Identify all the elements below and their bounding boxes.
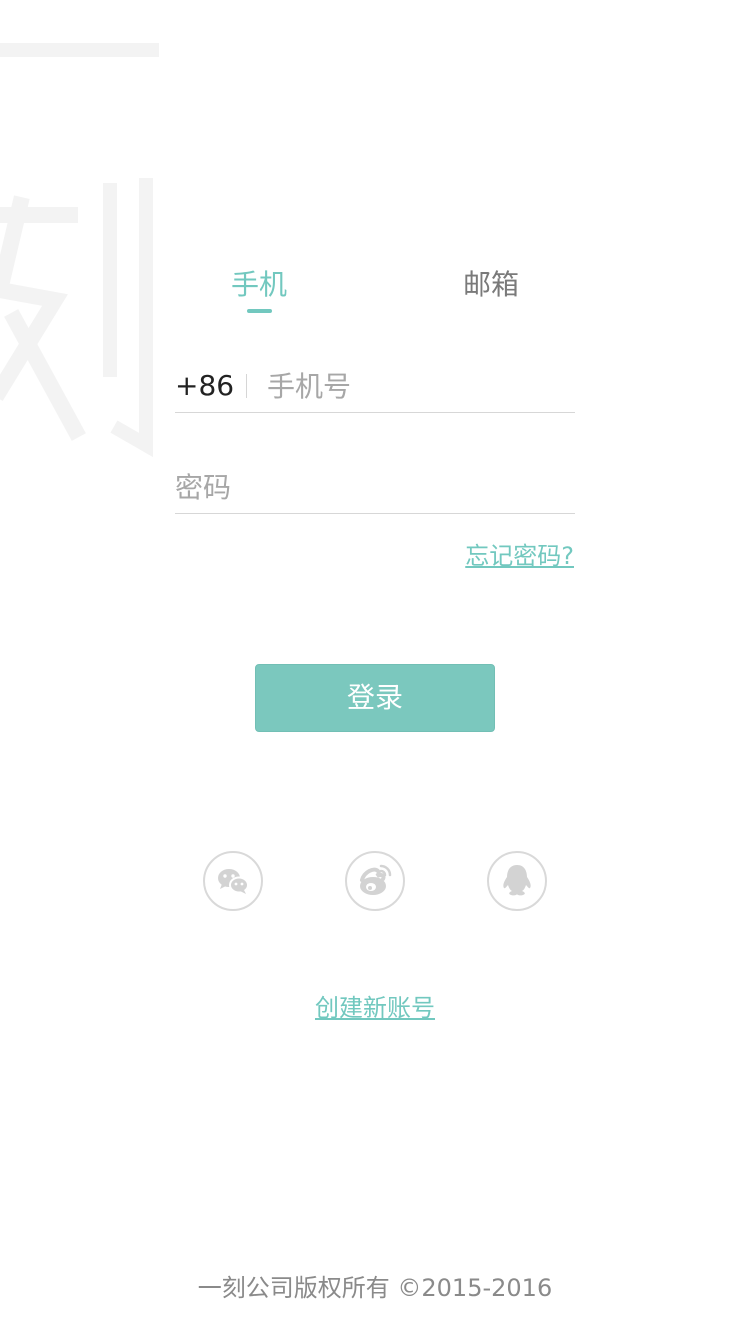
tab-email[interactable]: 邮箱 — [421, 265, 561, 305]
qq-icon — [503, 865, 531, 896]
background-logo-watermark — [0, 0, 200, 470]
wechat-login-button[interactable] — [203, 851, 263, 911]
wechat-icon — [218, 869, 249, 894]
forgot-password-link[interactable]: 忘记密码? — [465, 540, 574, 572]
phone-field: +86 — [175, 352, 575, 413]
login-method-tabs: 手机 邮箱 — [0, 265, 750, 325]
phone-input[interactable] — [267, 366, 567, 406]
active-tab-indicator — [247, 309, 272, 313]
country-code-divider — [246, 374, 247, 398]
create-account-link[interactable]: 创建新账号 — [315, 994, 435, 1022]
create-account-row: 创建新账号 — [0, 992, 750, 1024]
weibo-icon — [360, 864, 392, 895]
copyright-footer: 一刻公司版权所有 ©2015-2016 — [197, 1274, 553, 1302]
tab-phone[interactable]: 手机 — [189, 265, 329, 305]
login-button[interactable]: 登录 — [255, 664, 495, 732]
password-field — [175, 453, 575, 514]
country-code[interactable]: +86 — [175, 366, 234, 406]
weibo-login-button[interactable] — [345, 851, 405, 911]
qq-login-button[interactable] — [487, 851, 547, 911]
password-input[interactable] — [175, 467, 555, 507]
